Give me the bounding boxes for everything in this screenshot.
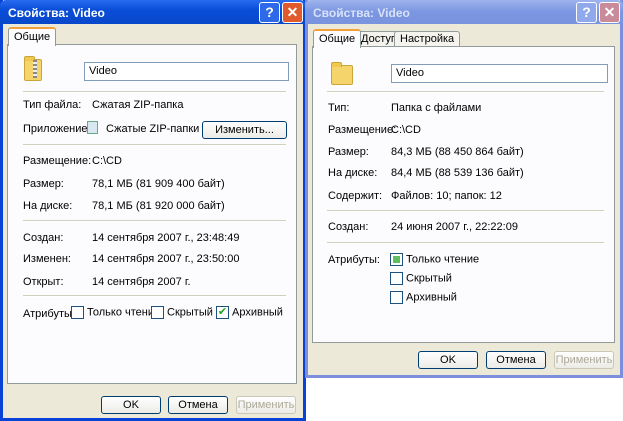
ok-button[interactable]: OK [418,351,478,369]
readonly-checkbox[interactable]: Только чтение [390,253,479,266]
location-label: Размещение: [328,124,397,136]
archive-text: Архивный [406,291,457,304]
title-bar[interactable]: Свойства: Video ? ✕ [305,0,623,24]
divider [23,295,286,297]
location-value: C:\CD [391,124,421,136]
hidden-text: Скрытый [406,272,452,285]
disk-value: 78,1 МБ (81 920 000 байт) [92,200,225,212]
type-label: Тип: [328,102,350,114]
location-value: C:\CD [92,155,122,167]
hidden-text: Скрытый [167,306,213,319]
general-panel: Video Тип: Папка с файлами Размещение: C… [312,46,615,343]
type-label: Тип файла: [23,99,82,111]
size-value: 78,1 МБ (81 909 400 байт) [92,178,225,190]
title-bar[interactable]: Свойства: Video ? ✕ [0,0,306,24]
divider [23,144,286,146]
modified-label: Изменен: [23,253,71,265]
checkbox-icon [390,291,403,304]
size-value: 84,3 МБ (88 450 864 байт) [391,146,524,158]
checkbox-indeterminate-icon [390,253,403,266]
readonly-text: Только чтение [406,253,480,266]
hidden-checkbox[interactable]: Скрытый [390,272,452,285]
disk-label: На диске: [328,167,378,179]
zip-properties-dialog: Свойства: Video ? ✕ Общие Video Тип файл… [0,0,306,421]
window-title: Свойства: Video [8,6,105,20]
contains-value: Файлов: 10; папок: 12 [391,190,502,202]
apply-button[interactable]: Применить [554,351,614,369]
opened-value: 14 сентября 2007 г. [92,276,191,288]
readonly-checkbox[interactable]: Только чтение [71,306,160,319]
close-button[interactable]: ✕ [599,2,620,23]
help-button[interactable]: ? [259,2,280,23]
app-label: Приложение: [23,123,91,135]
divider [23,220,286,222]
created-label: Создан: [328,221,369,233]
type-value: Сжатая ZIP-папка [92,99,184,111]
contains-label: Содержит: [328,190,383,202]
apply-button[interactable]: Применить [236,396,296,414]
checkbox-icon [71,306,84,319]
tab-general[interactable]: Общие [313,29,362,48]
close-button[interactable]: ✕ [282,2,303,23]
disk-label: На диске: [23,200,73,212]
app-value: Сжатые ZIP-папки [106,123,200,135]
created-value: 14 сентября 2007 г., 23:48:49 [92,232,240,244]
archive-checkbox[interactable]: Архивный [390,291,457,304]
archive-text: Архивный [232,306,283,319]
cancel-button[interactable]: Отмена [168,396,228,414]
help-button[interactable]: ? [576,2,597,23]
created-label: Создан: [23,232,64,244]
zip-app-icon [87,121,98,134]
readonly-text: Только чтение [87,306,161,319]
opened-label: Открыт: [23,276,64,288]
size-label: Размер: [23,178,64,190]
type-value: Папка с файлами [391,102,482,114]
checkbox-icon [390,272,403,285]
created-value: 24 июня 2007 г., 22:22:09 [391,221,518,233]
checkmark-icon: ✔ [216,306,229,319]
divider [327,91,604,93]
modified-value: 14 сентября 2007 г., 23:50:00 [92,253,240,265]
tab-customize[interactable]: Настройка [394,31,461,46]
archive-checkbox[interactable]: ✔ Архивный [216,306,283,319]
folder-icon [331,62,353,85]
divider [327,210,604,212]
divider [327,242,604,244]
size-label: Размер: [328,146,369,158]
attributes-label: Атрибуты: [23,308,75,320]
name-input[interactable]: Video [84,62,289,81]
cancel-button[interactable]: Отмена [486,351,546,369]
hidden-checkbox[interactable]: Скрытый [151,306,213,319]
change-button[interactable]: Изменить... [202,121,287,139]
zip-folder-icon [24,56,42,81]
divider [23,91,286,93]
general-panel: Video Тип файла: Сжатая ZIP-папка Прилож… [7,44,297,384]
tab-general[interactable]: Общие [8,27,57,46]
disk-value: 84,4 МБ (88 539 136 байт) [391,167,524,179]
name-input[interactable]: Video [391,64,608,83]
location-label: Размещение: [23,155,92,167]
window-title: Свойства: Video [313,6,410,20]
ok-button[interactable]: OK [101,396,161,414]
attributes-label: Атрибуты: [328,254,380,266]
checkbox-icon [151,306,164,319]
folder-properties-dialog: Свойства: Video ? ✕ Общие Доступ Настрой… [305,0,623,378]
